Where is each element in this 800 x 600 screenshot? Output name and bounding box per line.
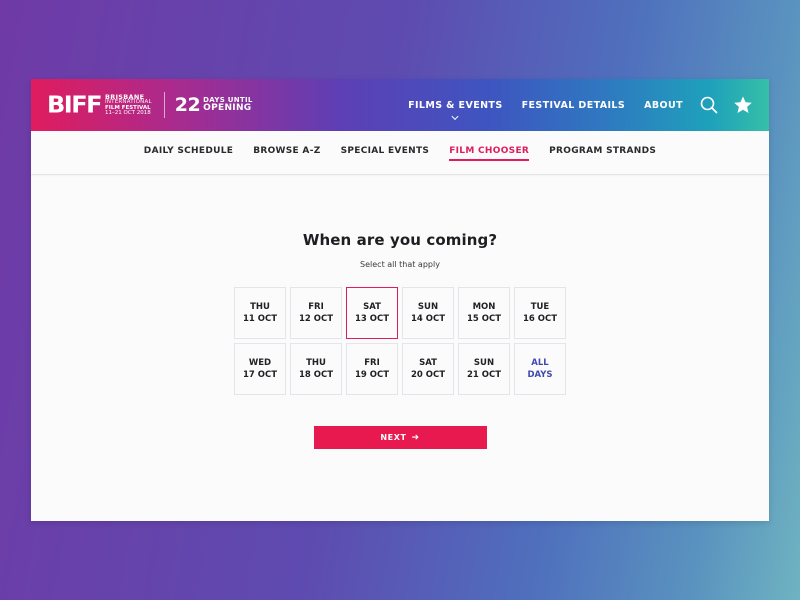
day-option-date: 16 OCT (522, 314, 558, 324)
page-title: When are you coming? (302, 231, 498, 249)
day-option-weekday: TUE (530, 302, 550, 312)
browser-window: BIFF BRISBANE INTERNATIONAL FILM FESTIVA… (31, 79, 769, 521)
day-option-weekday: THU (250, 302, 270, 312)
subnav-program-strands[interactable]: PROGRAM STRANDS (549, 146, 656, 161)
day-option[interactable]: MON 15 OCT (458, 287, 510, 339)
page-subtitle: Select all that apply (360, 260, 440, 269)
countdown-label: DAYS UNTIL OPENING (203, 97, 253, 113)
festival-name: BRISBANE INTERNATIONAL FILM FESTIVAL 11–… (105, 93, 152, 117)
all-days-option[interactable]: ALL DAYS (514, 343, 566, 395)
day-option[interactable]: SUN 21 OCT (458, 343, 510, 395)
day-option-weekday: ALL (531, 358, 549, 368)
day-option[interactable]: THU 18 OCT (290, 343, 342, 395)
day-option[interactable]: THU 11 OCT (234, 287, 286, 339)
chevron-down-icon (451, 112, 459, 120)
day-option-weekday: MON (472, 302, 496, 312)
search-icon (700, 96, 718, 114)
day-option-date: 12 OCT (298, 314, 334, 324)
site-header: BIFF BRISBANE INTERNATIONAL FILM FESTIVA… (31, 79, 769, 131)
film-chooser: When are you coming? Select all that app… (31, 175, 769, 449)
day-option[interactable]: FRI 19 OCT (346, 343, 398, 395)
nav-festival-details[interactable]: FESTIVAL DETAILS (522, 100, 626, 111)
nav-films-events-label: FILMS & EVENTS (408, 99, 503, 111)
day-option-date: 18 OCT (298, 370, 334, 380)
search-button[interactable] (699, 95, 719, 115)
logo-wordmark: BIFF (47, 91, 103, 119)
day-grid: THU 11 OCT FRI 12 OCT SAT 13 OCT SUN 14 OCT MON 1… (31, 287, 769, 395)
header-divider (163, 92, 165, 118)
day-option-weekday: THU (306, 358, 326, 368)
day-option-date: 14 OCT (410, 314, 446, 324)
subnav-daily-schedule[interactable]: DAILY SCHEDULE (144, 146, 233, 161)
day-option[interactable]: SAT 20 OCT (402, 343, 454, 395)
next-button-label: NEXT (380, 433, 407, 442)
countdown: 22 DAYS UNTIL OPENING (175, 94, 253, 116)
day-option-date: 19 OCT (354, 370, 390, 380)
next-button[interactable]: NEXT ➜ (313, 426, 487, 449)
day-option[interactable]: SUN 14 OCT (402, 287, 454, 339)
festival-line-2: INTERNATIONAL (105, 99, 152, 105)
day-option-date: 21 OCT (466, 370, 502, 380)
countdown-label-line-2: OPENING (203, 103, 252, 113)
day-option[interactable]: WED 17 OCT (234, 343, 286, 395)
day-option-weekday: SUN (417, 302, 439, 312)
day-option-weekday: FRI (308, 302, 324, 312)
subnav-browse-a-z[interactable]: BROWSE A-Z (253, 146, 320, 161)
sub-nav: DAILY SCHEDULE BROWSE A-Z SPECIAL EVENTS… (31, 131, 769, 175)
day-option-date: 15 OCT (466, 314, 502, 324)
countdown-number: 22 (174, 94, 201, 116)
nav-about[interactable]: ABOUT (644, 100, 683, 111)
arrow-right-icon: ➜ (411, 432, 420, 443)
day-option[interactable]: TUE 16 OCT (514, 287, 566, 339)
day-option-date: 13 OCT (354, 314, 390, 324)
day-option-date: 17 OCT (242, 370, 278, 380)
biff-logo[interactable]: BIFF BRISBANE INTERNATIONAL FILM FESTIVA… (47, 90, 152, 120)
day-option[interactable]: FRI 12 OCT (290, 287, 342, 339)
main-nav: FILMS & EVENTS FESTIVAL DETAILS ABOUT (389, 79, 683, 131)
nav-films-events[interactable]: FILMS & EVENTS (408, 99, 503, 120)
day-option-weekday: SUN (473, 358, 495, 368)
star-icon (734, 96, 752, 113)
day-option-date: 20 OCT (410, 370, 446, 380)
day-option[interactable]: SAT 13 OCT (346, 287, 398, 339)
day-option-date: DAYS (527, 370, 553, 380)
day-option-weekday: WED (248, 358, 272, 368)
festival-dates: 11–21 OCT 2018 (105, 110, 151, 116)
day-option-date: 11 OCT (242, 314, 278, 324)
day-option-weekday: FRI (364, 358, 380, 368)
day-option-weekday: SAT (363, 302, 381, 312)
day-option-weekday: SAT (419, 358, 437, 368)
subnav-special-events[interactable]: SPECIAL EVENTS (341, 146, 430, 161)
subnav-film-chooser[interactable]: FILM CHOOSER (449, 146, 530, 161)
favourites-button[interactable] (733, 95, 753, 115)
